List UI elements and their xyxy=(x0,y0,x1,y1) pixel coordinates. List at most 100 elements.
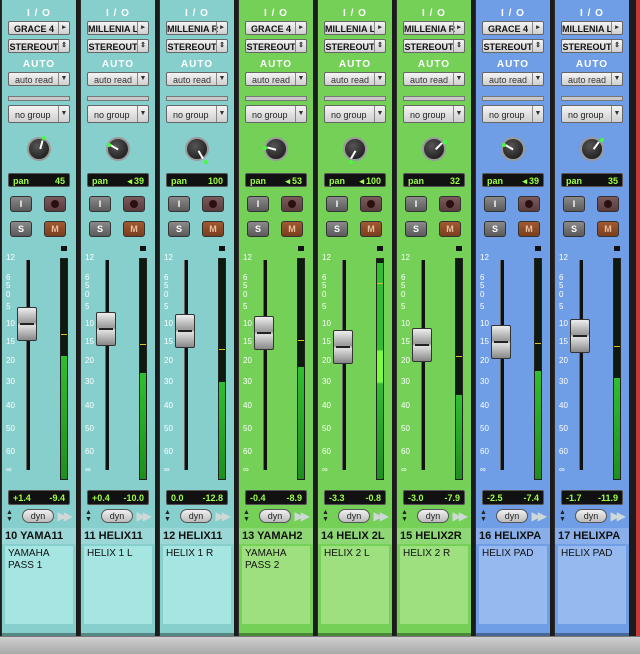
solo-button[interactable]: S xyxy=(89,221,111,237)
track-name[interactable]: 12 HELIX11 xyxy=(160,528,234,544)
track-comment[interactable]: HELIX 2 L xyxy=(321,546,389,624)
output-selector[interactable]: STEREOUT ⇕ xyxy=(561,39,623,53)
volume-fader[interactable] xyxy=(570,319,590,354)
solo-button[interactable]: S xyxy=(563,221,585,237)
mute-button[interactable]: M xyxy=(123,221,145,237)
track-name[interactable]: 11 HELIX11 xyxy=(81,528,155,544)
up-down-arrows-icon[interactable]: ▲ ▼ xyxy=(322,509,329,523)
up-down-arrows-icon[interactable]: ▲ ▼ xyxy=(164,509,171,523)
pan-knob[interactable] xyxy=(106,137,130,161)
clip-indicator[interactable] xyxy=(535,246,541,251)
input-selector[interactable]: MILLENIA R ▸ xyxy=(166,21,228,35)
solo-button[interactable]: S xyxy=(326,221,348,237)
mute-button[interactable]: M xyxy=(439,221,461,237)
volume-readout[interactable]: 0.0 -12.8 xyxy=(166,490,228,505)
automation-mode-selector[interactable]: auto read ▼ xyxy=(87,72,149,86)
input-selector[interactable]: GRACE 4 ▸ xyxy=(482,21,544,35)
fast-forward-icon[interactable]: ▶▶ xyxy=(374,509,390,523)
pan-knob[interactable] xyxy=(185,137,209,165)
input-selector[interactable]: MILLENIA L ▸ xyxy=(561,21,623,35)
pan-knob[interactable] xyxy=(580,137,604,161)
track-comment[interactable]: HELIX 1 R xyxy=(163,546,231,624)
automation-mode-selector[interactable]: auto read ▼ xyxy=(403,72,465,86)
record-enable-button[interactable] xyxy=(518,196,540,212)
pan-knob[interactable] xyxy=(27,136,51,161)
input-selector[interactable]: GRACE 4 ▸ xyxy=(245,21,307,35)
clip-indicator[interactable] xyxy=(614,246,620,251)
output-selector[interactable]: STEREOUT ⇕ xyxy=(8,39,70,53)
mute-button[interactable]: M xyxy=(281,221,303,237)
up-down-arrows-icon[interactable]: ▲ ▼ xyxy=(6,509,13,523)
pan-readout[interactable]: pan 35 xyxy=(561,173,623,187)
fast-forward-icon[interactable]: ▶▶ xyxy=(611,509,627,523)
volume-readout[interactable]: +0.4 -10.0 xyxy=(87,490,149,505)
volume-fader[interactable] xyxy=(175,314,195,348)
mute-button[interactable]: M xyxy=(518,221,540,237)
track-comment[interactable]: HELIX PAD xyxy=(479,546,547,624)
input-monitor-button[interactable]: I xyxy=(484,196,506,212)
volume-readout[interactable]: -3.0 -7.9 xyxy=(403,490,465,505)
group-selector[interactable]: no group ▼ xyxy=(166,105,228,123)
fast-forward-icon[interactable]: ▶▶ xyxy=(58,509,74,523)
dyn-button[interactable]: dyn xyxy=(575,509,607,523)
horizontal-scrollbar[interactable] xyxy=(0,636,640,654)
solo-button[interactable]: S xyxy=(484,221,506,237)
record-enable-button[interactable] xyxy=(202,196,224,212)
input-monitor-button[interactable]: I xyxy=(563,196,585,212)
group-selector[interactable]: no group ▼ xyxy=(324,105,386,123)
automation-mode-selector[interactable]: auto read ▼ xyxy=(561,72,623,86)
volume-fader[interactable] xyxy=(96,312,116,347)
solo-button[interactable]: S xyxy=(247,221,269,237)
input-monitor-button[interactable]: I xyxy=(247,196,269,212)
record-enable-button[interactable] xyxy=(597,196,619,212)
output-selector[interactable]: STEREOUT ⇕ xyxy=(245,39,307,53)
volume-fader[interactable] xyxy=(254,315,274,350)
dyn-button[interactable]: dyn xyxy=(417,509,449,523)
group-selector[interactable]: no group ▼ xyxy=(482,105,544,123)
group-selector[interactable]: no group ▼ xyxy=(561,105,623,123)
record-enable-button[interactable] xyxy=(360,196,382,212)
pan-readout[interactable]: pan 100 xyxy=(166,173,228,187)
pan-knob[interactable] xyxy=(343,137,367,165)
output-selector[interactable]: STEREOUT ⇕ xyxy=(166,39,228,53)
up-down-arrows-icon[interactable]: ▲ ▼ xyxy=(401,509,408,523)
pan-knob[interactable] xyxy=(501,137,525,161)
mute-button[interactable]: M xyxy=(202,221,224,237)
input-selector[interactable]: MILLENIA L ▸ xyxy=(87,21,149,35)
up-down-arrows-icon[interactable]: ▲ ▼ xyxy=(480,509,487,523)
fast-forward-icon[interactable]: ▶▶ xyxy=(295,509,311,523)
group-selector[interactable]: no group ▼ xyxy=(403,105,465,123)
mute-button[interactable]: M xyxy=(597,221,619,237)
input-selector[interactable]: GRACE 4 ▸ xyxy=(8,21,70,35)
track-comment[interactable]: HELIX PAD xyxy=(558,546,626,624)
volume-readout[interactable]: +1.4 -9.4 xyxy=(8,490,70,505)
automation-mode-selector[interactable]: auto read ▼ xyxy=(482,72,544,86)
clip-indicator[interactable] xyxy=(377,246,383,251)
record-enable-button[interactable] xyxy=(44,196,66,212)
up-down-arrows-icon[interactable]: ▲ ▼ xyxy=(243,509,250,523)
pan-readout[interactable]: pan ◂ 100 xyxy=(324,173,386,187)
dyn-button[interactable]: dyn xyxy=(338,509,370,523)
track-name[interactable]: 16 HELIXPA xyxy=(476,528,550,544)
volume-readout[interactable]: -2.5 -7.4 xyxy=(482,490,544,505)
automation-mode-selector[interactable]: auto read ▼ xyxy=(324,72,386,86)
pan-readout[interactable]: pan ◂ 39 xyxy=(482,173,544,187)
pan-readout[interactable]: pan 45 xyxy=(8,173,70,187)
input-selector[interactable]: MILLENIA L ▸ xyxy=(324,21,386,35)
clip-indicator[interactable] xyxy=(140,246,146,251)
up-down-arrows-icon[interactable]: ▲ ▼ xyxy=(85,509,92,523)
fast-forward-icon[interactable]: ▶▶ xyxy=(532,509,548,523)
volume-fader[interactable] xyxy=(412,328,432,363)
volume-fader[interactable] xyxy=(333,330,353,365)
track-name[interactable]: 13 YAMAH2 xyxy=(239,528,313,544)
clip-indicator[interactable] xyxy=(61,246,67,251)
track-comment[interactable]: HELIX 1 L xyxy=(84,546,152,624)
output-selector[interactable]: STEREOUT ⇕ xyxy=(87,39,149,53)
mute-button[interactable]: M xyxy=(44,221,66,237)
track-name[interactable]: 10 YAMA11 xyxy=(2,528,76,544)
group-selector[interactable]: no group ▼ xyxy=(8,105,70,123)
track-name[interactable]: 17 HELIXPA xyxy=(555,528,629,544)
clip-indicator[interactable] xyxy=(219,246,225,251)
track-comment[interactable]: YAMAHA PASS 2 xyxy=(242,546,310,624)
pan-knob[interactable] xyxy=(263,137,288,161)
